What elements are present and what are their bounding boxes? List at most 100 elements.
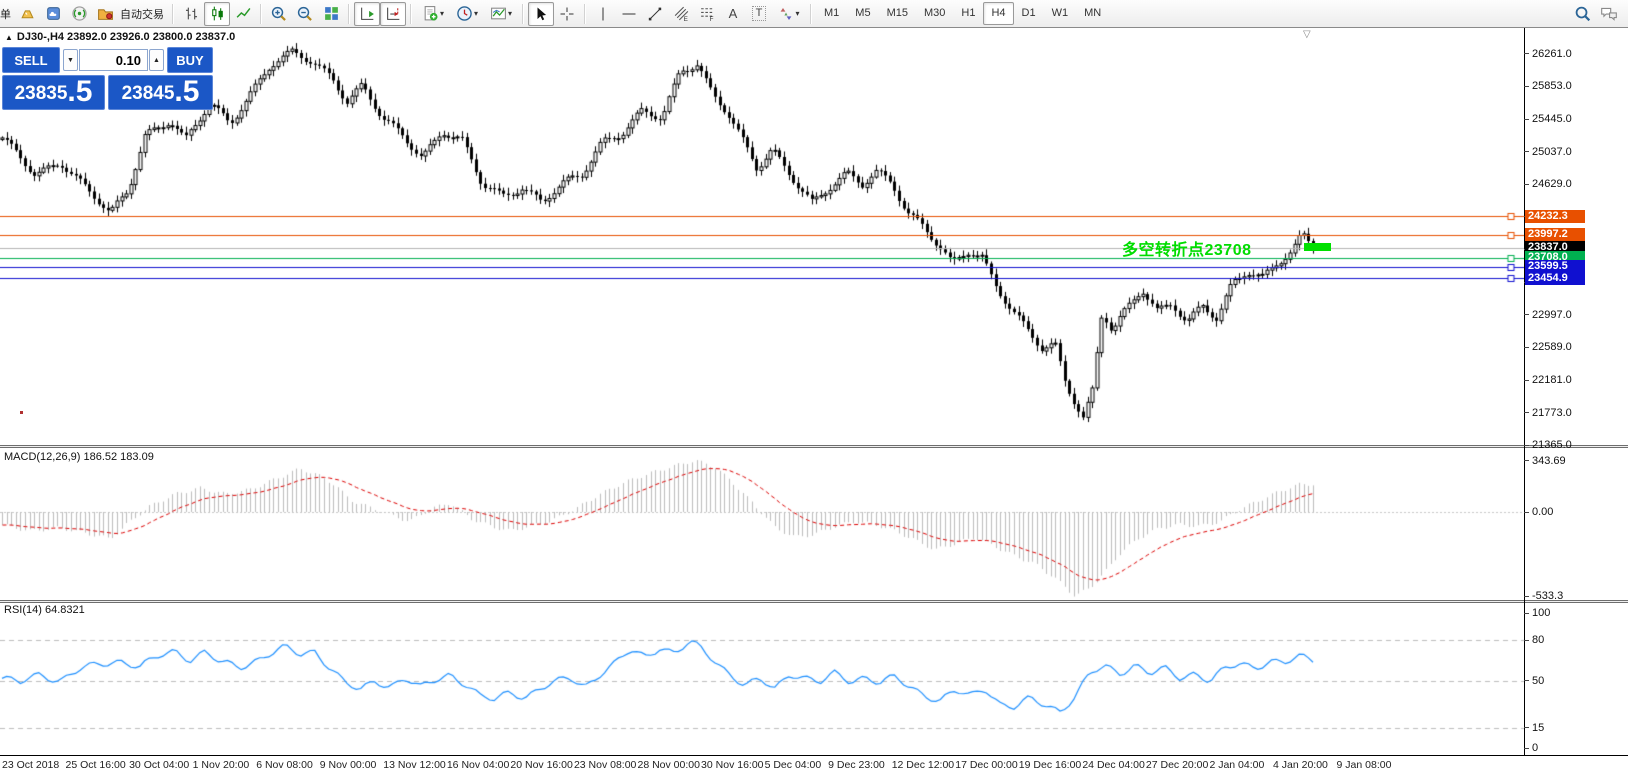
axis-tick xyxy=(1524,596,1529,597)
time-axis-label: 1 Nov 20:00 xyxy=(193,759,250,771)
axis-tick xyxy=(1524,460,1529,461)
chevron-down-icon: ▾ xyxy=(508,9,512,18)
axis-tick-label: 0 xyxy=(1532,742,1538,754)
axis-tick-label: 100 xyxy=(1532,607,1550,619)
volume-increase-button[interactable]: ▲ xyxy=(149,49,164,71)
chart-title-text: DJ30-,H4 23892.0 23926.0 23800.0 23837.0 xyxy=(17,31,235,43)
shift-end-marker-icon[interactable]: ▽ xyxy=(1303,29,1311,40)
main-price-chart[interactable] xyxy=(0,28,1524,445)
cloud-page-icon[interactable] xyxy=(40,2,66,26)
signal-icon[interactable] xyxy=(66,2,92,26)
chevron-down-icon: ▾ xyxy=(795,9,799,18)
line-chart-icon[interactable] xyxy=(230,2,256,26)
templates-icon[interactable]: ▾ xyxy=(484,2,518,26)
axis-tick-label: 22181.0 xyxy=(1532,374,1572,386)
cursor-icon[interactable] xyxy=(528,2,554,26)
label-tool-icon[interactable]: T xyxy=(746,2,772,26)
axis-tick xyxy=(1524,53,1529,54)
sell-button[interactable]: SELL xyxy=(2,47,60,73)
timeframe-m15[interactable]: M15 xyxy=(879,2,916,25)
axis-tick xyxy=(1524,380,1529,381)
axis-tick-label: 26261.0 xyxy=(1532,48,1572,60)
time-axis-label: 28 Nov 00:00 xyxy=(638,759,700,771)
sell-price[interactable]: 23835.5 xyxy=(2,75,105,110)
auto-scroll-icon[interactable] xyxy=(354,2,380,26)
axis-tick-label: 22997.0 xyxy=(1532,309,1572,321)
axis-tick xyxy=(1524,86,1529,87)
vertical-line-tool-icon[interactable] xyxy=(590,2,616,26)
crosshair-icon[interactable] xyxy=(554,2,580,26)
autotrading-label[interactable]: 自动交易 xyxy=(120,6,164,22)
pane-resizer-rsi[interactable] xyxy=(0,600,1628,603)
buy-button[interactable]: BUY xyxy=(167,47,213,73)
toolbar-separator xyxy=(348,4,350,24)
axis-tick-label: 21773.0 xyxy=(1532,407,1572,419)
indicators-icon[interactable]: ▾ xyxy=(416,2,450,26)
time-axis-label: 30 Oct 04:00 xyxy=(129,759,189,771)
timeframe-m1[interactable]: M1 xyxy=(816,2,847,25)
collapse-arrow-icon[interactable]: ▲ xyxy=(5,33,13,42)
time-axis-label: 9 Jan 08:00 xyxy=(1337,759,1392,771)
time-axis-label: 25 Oct 16:00 xyxy=(66,759,126,771)
buy-price-main: 23845 xyxy=(122,81,175,107)
zoom-in-icon[interactable] xyxy=(266,2,292,26)
one-click-trade-panel: SELL ▼ ▲ BUY 23835.5 23845.5 xyxy=(2,45,213,110)
axis-tick xyxy=(1524,347,1529,348)
chat-icon[interactable] xyxy=(1596,2,1622,26)
new-order-button[interactable]: 单 xyxy=(0,6,14,22)
chart-shift-icon[interactable] xyxy=(380,2,406,26)
time-axis-label: 9 Nov 00:00 xyxy=(320,759,377,771)
main-toolbar: 单 自动交易 xyxy=(0,0,1628,28)
bar-chart-icon[interactable] xyxy=(178,2,204,26)
time-axis-label: 24 Dec 04:00 xyxy=(1082,759,1144,771)
horizontal-line-tool-icon[interactable] xyxy=(616,2,642,26)
macd-pane[interactable] xyxy=(0,448,1524,600)
axis-tick-label: 22589.0 xyxy=(1532,341,1572,353)
trendline-tool-icon[interactable] xyxy=(642,2,668,26)
nugget-icon[interactable] xyxy=(14,2,40,26)
macd-label: MACD(12,26,9) 186.52 183.09 xyxy=(4,451,154,463)
pane-resizer-macd[interactable] xyxy=(0,445,1628,448)
toolbar-separator xyxy=(810,4,812,24)
timeframe-h4[interactable]: H4 xyxy=(983,2,1013,25)
zoom-out-icon[interactable] xyxy=(292,2,318,26)
timeframe-m5[interactable]: M5 xyxy=(847,2,878,25)
annotation-marker-box xyxy=(1304,243,1331,251)
timeframe-m30[interactable]: M30 xyxy=(916,2,953,25)
axis-tick-label: 25445.0 xyxy=(1532,113,1572,125)
axis-tick xyxy=(1524,512,1529,513)
price-tag: 24232.3 xyxy=(1525,210,1585,223)
volume-decrease-button[interactable]: ▼ xyxy=(63,49,78,71)
price-tag: 23454.9 xyxy=(1525,272,1585,285)
search-icon[interactable] xyxy=(1570,2,1596,26)
timeframe-mn[interactable]: MN xyxy=(1076,2,1109,25)
axis-tick-label: 50 xyxy=(1532,675,1544,687)
timeframe-d1[interactable]: D1 xyxy=(1014,2,1044,25)
toolbar-separator xyxy=(172,4,174,24)
periods-clock-icon[interactable]: ▾ xyxy=(450,2,484,26)
axis-tick xyxy=(1524,314,1529,315)
time-axis-label: 23 Nov 08:00 xyxy=(574,759,636,771)
time-axis-label: 27 Dec 20:00 xyxy=(1146,759,1208,771)
buy-price[interactable]: 23845.5 xyxy=(108,75,213,110)
rsi-pane[interactable] xyxy=(0,603,1524,755)
arrows-tool-icon[interactable]: ▾ xyxy=(772,2,806,26)
tile-windows-icon[interactable] xyxy=(318,2,344,26)
axis-tick xyxy=(1524,640,1529,641)
text-tool-icon[interactable]: A xyxy=(720,2,746,26)
chart-frame-bottom xyxy=(0,755,1628,756)
axis-tick-label: -533.3 xyxy=(1532,590,1563,602)
price-tag: 23997.2 xyxy=(1525,228,1585,241)
candlestick-chart-icon[interactable] xyxy=(204,2,230,26)
sell-price-frac: .5 xyxy=(67,77,92,107)
volume-input[interactable] xyxy=(79,49,148,71)
autotrading-icon[interactable] xyxy=(92,2,118,26)
timeframe-w1[interactable]: W1 xyxy=(1044,2,1077,25)
fibonacci-tool-icon[interactable]: F xyxy=(694,2,720,26)
axis-tick xyxy=(1524,184,1529,185)
axis-tick xyxy=(1524,412,1529,413)
channel-tool-icon[interactable]: E xyxy=(668,2,694,26)
mt4-window: 单 自动交易 xyxy=(0,0,1628,776)
timeframe-h1[interactable]: H1 xyxy=(953,2,983,25)
time-axis-label: 20 Nov 16:00 xyxy=(510,759,572,771)
